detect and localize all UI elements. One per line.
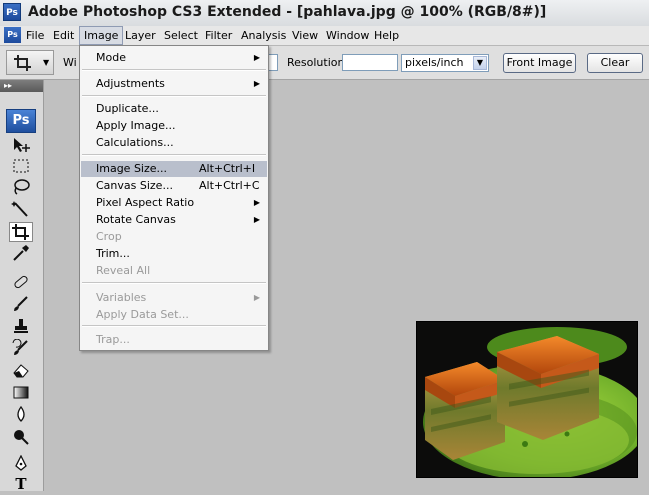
tool-preset-picker[interactable]: ▼ (6, 50, 54, 75)
menu-edit[interactable]: Edit (49, 26, 78, 45)
menu-image[interactable]: Image (79, 26, 124, 45)
submenu-arrow-icon: ▶ (253, 293, 260, 302)
marquee-icon[interactable] (9, 157, 33, 177)
menu-item-reveal-all: Reveal All (96, 264, 151, 277)
chevron-down-icon: ▼ (43, 58, 50, 67)
menu-item-variables: Variables ▶ (81, 290, 267, 306)
menu-analysis[interactable]: Analysis (237, 26, 290, 45)
menu-item-adjustments[interactable]: Adjustments ▶ (81, 76, 267, 92)
menu-item-rotate-canvas[interactable]: Rotate Canvas ▶ (81, 212, 267, 228)
menu-item-canvas-size-shortcut: Alt+Ctrl+C (199, 179, 260, 192)
eraser-icon[interactable] (9, 361, 33, 381)
menu-item-variables-label: Variables (96, 291, 147, 304)
menu-item-mode-label: Mode (96, 51, 126, 64)
clone-stamp-icon[interactable] (9, 317, 33, 337)
eyedropper-icon[interactable] (9, 244, 33, 264)
history-brush-icon[interactable] (9, 338, 33, 359)
submenu-arrow-icon: ▶ (253, 53, 260, 62)
chevron-down-icon: ▼ (473, 56, 487, 70)
units-select[interactable]: pixels/inch ▼ (401, 54, 489, 72)
toolbox-grip[interactable]: ▸▸ (0, 80, 43, 92)
photoshop-logo[interactable]: Ps (6, 109, 36, 133)
submenu-arrow-icon: ▶ (253, 215, 260, 224)
title-bar: Ps Adobe Photoshop CS3 Extended - [pahla… (0, 0, 649, 27)
menu-item-mode[interactable]: Mode ▶ (81, 50, 267, 66)
toolbox: ▸▸ Ps T (0, 80, 44, 493)
menu-item-trim[interactable]: Trim... (81, 246, 267, 262)
menu-item-image-size-label: Image Size... (96, 162, 168, 175)
blur-icon[interactable] (9, 405, 33, 425)
menu-select[interactable]: Select (160, 26, 202, 45)
menu-bar: Ps File Edit Image Layer Select Filter A… (0, 26, 649, 46)
submenu-arrow-icon: ▶ (253, 198, 260, 207)
menu-item-pixel-aspect-ratio[interactable]: Pixel Aspect Ratio ▶ (81, 195, 267, 211)
move-icon[interactable] (9, 136, 33, 156)
type-icon[interactable]: T (9, 475, 33, 495)
photoshop-app-icon[interactable]: Ps (3, 3, 21, 21)
menu-item-rotate-canvas-label: Rotate Canvas (96, 213, 176, 226)
units-select-value: pixels/inch (405, 56, 464, 69)
menu-item-canvas-size-label: Canvas Size... (96, 179, 173, 192)
crop-icon (14, 55, 31, 71)
window-title: Adobe Photoshop CS3 Extended - [pahlava.… (28, 4, 547, 20)
gradient-icon[interactable] (9, 383, 33, 403)
menu-item-apply-data-set: Apply Data Set... (96, 308, 189, 321)
document-menu-icon[interactable]: Ps (4, 27, 21, 43)
menu-separator (82, 282, 266, 284)
menu-separator (82, 325, 266, 327)
menu-item-canvas-size[interactable]: Canvas Size... Alt+Ctrl+C (81, 178, 267, 194)
menu-layer[interactable]: Layer (121, 26, 160, 45)
dodge-icon[interactable] (9, 427, 33, 447)
magic-wand-icon[interactable] (9, 200, 33, 220)
brush-icon[interactable] (9, 295, 33, 315)
menu-window[interactable]: Window (322, 26, 373, 45)
menu-filter[interactable]: Filter (201, 26, 236, 45)
menu-item-duplicate[interactable]: Duplicate... (81, 101, 267, 117)
menu-file[interactable]: File (22, 26, 48, 45)
height-field[interactable] (268, 54, 278, 71)
menu-item-crop: Crop (96, 230, 122, 243)
menu-item-trap: Trap... (96, 333, 130, 346)
menu-separator (82, 95, 266, 97)
resolution-label: Resolution: (287, 56, 349, 69)
menu-item-adjustments-label: Adjustments (96, 77, 165, 90)
pastry-photo (417, 322, 637, 477)
menu-item-pixel-aspect-ratio-label: Pixel Aspect Ratio (96, 196, 195, 209)
pen-icon[interactable] (9, 454, 33, 475)
lasso-icon[interactable] (9, 178, 33, 198)
resolution-field[interactable] (342, 54, 398, 71)
menu-help[interactable]: Help (370, 26, 403, 45)
menu-item-calculations[interactable]: Calculations... (81, 135, 267, 151)
menu-separator (82, 154, 266, 156)
width-label: Wi (63, 56, 77, 69)
healing-brush-icon[interactable] (9, 273, 33, 293)
menu-item-image-size-shortcut: Alt+Ctrl+I (199, 162, 256, 175)
menu-view[interactable]: View (288, 26, 322, 45)
menu-separator (82, 69, 266, 71)
document-image-pahlava[interactable] (416, 321, 638, 478)
front-image-button[interactable]: Front Image (503, 53, 576, 73)
submenu-arrow-icon: ▶ (253, 79, 260, 88)
menu-item-apply-image[interactable]: Apply Image... (81, 118, 267, 134)
clear-button[interactable]: Clear (587, 53, 643, 73)
image-menu-dropdown: Mode ▶ Adjustments ▶ Duplicate... Apply … (79, 45, 269, 351)
menu-item-image-size[interactable]: Image Size... Alt+Ctrl+I (81, 161, 267, 177)
crop-tool-icon[interactable] (9, 222, 33, 242)
